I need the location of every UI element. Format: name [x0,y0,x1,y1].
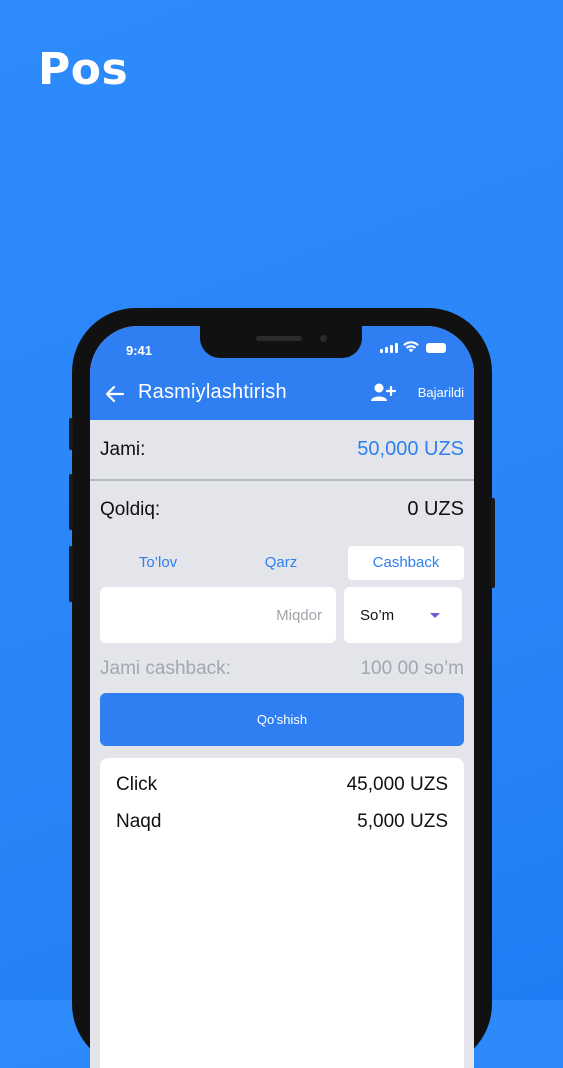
status-time: 9:41 [126,343,153,358]
page-title: Rasmiylashtirish [138,381,287,403]
done-button[interactable]: Bajarildi [418,385,464,400]
cashback-label: Jami cashback: [100,658,231,679]
phone-screen: 9:41 Rasmiylashtirish Bajarildi Jami: 50… [90,326,474,1068]
currency-select[interactable]: So’m [344,587,462,643]
total-label: Jami: [100,439,146,460]
signal-icon [380,343,398,353]
payment-amount: 5,000 UZS [357,811,448,832]
phone-volume-up [69,474,73,530]
brand-title: Pos [38,44,129,95]
notch [200,326,362,358]
cashback-value: 100 00 so’m [360,658,464,679]
back-arrow-icon[interactable] [104,383,126,405]
tab-debt[interactable]: Qarz [223,546,339,580]
add-button[interactable]: Qo'shish [100,693,464,746]
wifi-icon [403,341,419,353]
list-item: Naqd 5,000 UZS [116,811,448,837]
chevron-down-icon [430,613,440,618]
add-user-icon[interactable] [370,382,396,404]
total-value: 50,000 UZS [357,438,464,460]
payment-name: Click [116,774,158,795]
remaining-label: Qoldiq: [100,499,161,520]
payment-tabs: To’lov Qarz Cashback [100,546,464,580]
payment-name: Naqd [116,811,162,832]
payments-list: Click 45,000 UZS Naqd 5,000 UZS [100,758,464,1068]
phone-volume-down [69,546,73,602]
status-icons [380,341,446,353]
amount-placeholder: Miqdor [276,607,322,624]
phone-frame: 9:41 Rasmiylashtirish Bajarildi Jami: 50… [69,308,495,1068]
list-item: Click 45,000 UZS [116,774,448,800]
app-bar: 9:41 Rasmiylashtirish Bajarildi [90,326,474,420]
currency-value: So’m [360,607,395,624]
payment-amount: 45,000 UZS [346,774,448,795]
remaining-value: 0 UZS [407,498,464,520]
tab-payment[interactable]: To’lov [100,546,216,580]
battery-icon [426,343,446,353]
tab-cashback[interactable]: Cashback [348,546,464,580]
phone-power-button [491,498,495,588]
phone-side-button [69,418,73,450]
amount-input[interactable]: Miqdor [100,587,336,643]
total-row: Jami: 50,000 UZS [90,420,474,481]
